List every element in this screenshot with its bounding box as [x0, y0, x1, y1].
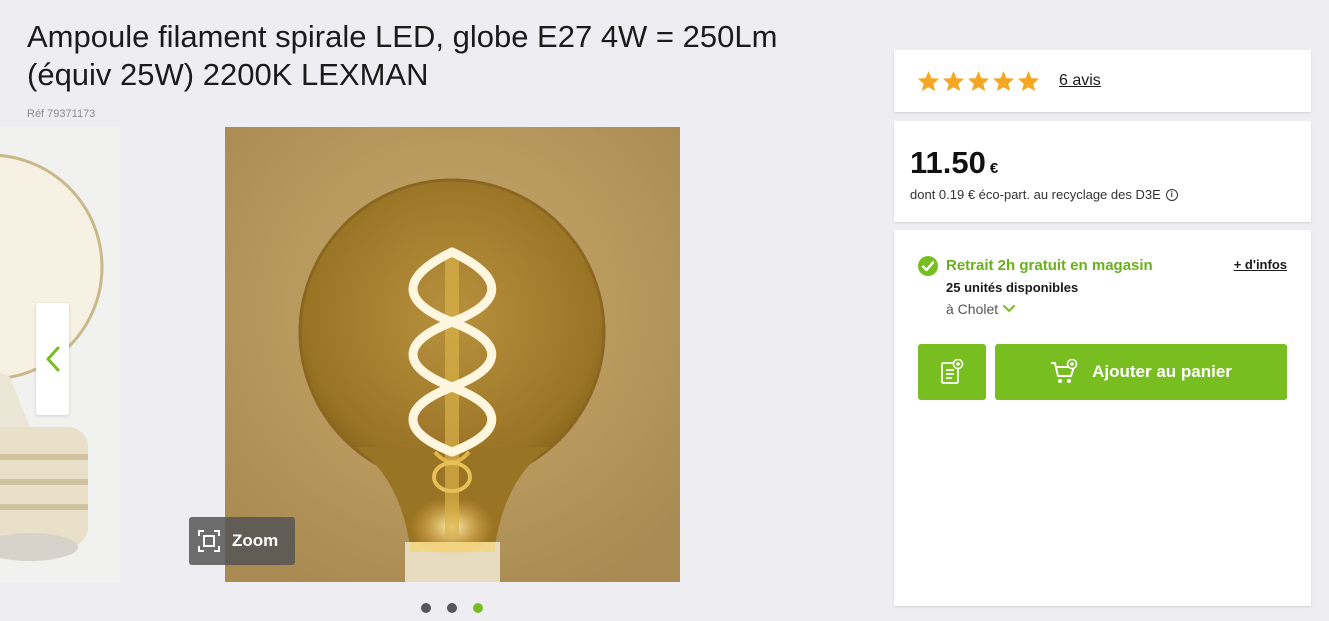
product-title: Ampoule filament spirale LED, globe E27 … [27, 19, 778, 92]
info-icon[interactable]: i [1165, 188, 1178, 201]
add-to-cart-label: Ajouter au panier [1092, 362, 1232, 381]
gallery-dot-2[interactable] [447, 603, 457, 613]
star-icon [1017, 70, 1040, 92]
add-to-list-icon [941, 359, 964, 384]
store-selector[interactable]: à Cholet [946, 301, 1016, 317]
product-main-image [225, 127, 680, 582]
gallery-pagination [421, 603, 483, 613]
star-icon [992, 70, 1015, 92]
price-card: 11.50 € dont 0.19 € éco-part. au recyclag… [894, 121, 1311, 222]
stock-label: 25 unités disponibles [946, 280, 1079, 295]
more-info-link[interactable]: + d'infos [1234, 257, 1287, 272]
star-icon [942, 70, 965, 92]
price-amount: 11.50 [910, 145, 986, 180]
store-location: à Cholet [946, 301, 999, 317]
price: 11.50 € [910, 145, 998, 181]
eco-text: dont 0.19 € éco-part. au recyclage des D… [910, 187, 1161, 202]
add-to-cart-button[interactable]: Ajouter au panier [995, 344, 1287, 400]
cart-add-icon [1051, 359, 1078, 383]
pickup-label: Retrait 2h gratuit en magasin [946, 257, 1153, 274]
gallery-prev-button[interactable] [36, 303, 69, 415]
price-currency: € [989, 160, 999, 177]
reviews-link[interactable]: 6 avis [1059, 72, 1101, 90]
chevron-left-icon [46, 346, 59, 372]
star-icon [967, 70, 990, 92]
rating-card: 6 avis [894, 50, 1311, 112]
product-ref: Réf 79371173 [27, 108, 96, 120]
zoom-button[interactable]: Zoom [189, 517, 295, 565]
gallery-dot-1[interactable] [421, 603, 431, 613]
product-gallery: Zoom [0, 127, 870, 582]
store-card: Retrait 2h gratuit en magasin + d'infos … [894, 230, 1311, 606]
gallery-dot-3[interactable] [473, 603, 483, 613]
star-icon [917, 70, 940, 92]
chevron-down-icon [1003, 305, 1016, 313]
zoom-label: Zoom [232, 531, 279, 550]
eco-participation: dont 0.19 € éco-part. au recyclage des D… [910, 187, 1178, 202]
check-circle-icon [918, 256, 938, 276]
rating-stars [917, 70, 1040, 92]
add-to-list-button[interactable] [918, 344, 986, 400]
zoom-frame-icon [198, 530, 220, 552]
